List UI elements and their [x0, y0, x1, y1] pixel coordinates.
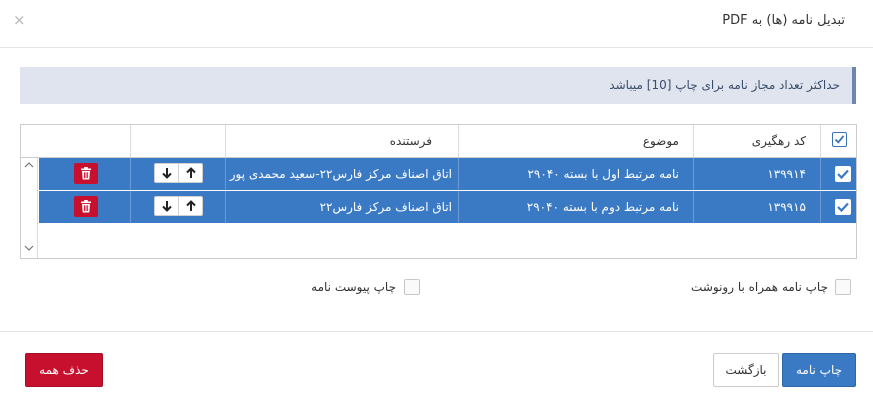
- convert-to-pdf-dialog: تبدیل نامه (ها) به PDF × حداکثر تعداد مج…: [0, 0, 873, 404]
- sender-cell: اتاق اصناف مرکز فارس۲۲: [225, 191, 458, 223]
- scroll-down-icon[interactable]: [24, 244, 34, 252]
- header-tracking-code: کد رهگیری: [751, 134, 806, 148]
- table-row[interactable]: ۱۳۹۹۱۴ نامه مرتبط اول با بسته ۲۹۰۴۰ اتاق…: [39, 158, 856, 190]
- check-icon: [837, 202, 849, 213]
- header-cell-subject[interactable]: موضوع: [458, 125, 693, 157]
- move-up-button[interactable]: [178, 163, 203, 183]
- letters-table: کد رهگیری موضوع فرستنده ۱۳۹۹۱۴ نامه مرتب…: [20, 124, 857, 259]
- scroll-up-icon[interactable]: [24, 161, 34, 169]
- header-cell-actions: [21, 125, 130, 157]
- header-cell-tracking-code[interactable]: کد رهگیری: [693, 125, 820, 157]
- subject-cell: نامه مرتبط اول با بسته ۲۹۰۴۰: [458, 158, 693, 190]
- print-letter-button[interactable]: چاپ نامه: [782, 353, 856, 387]
- trash-icon: [81, 200, 91, 213]
- arrow-up-icon: [186, 167, 196, 178]
- arrow-up-icon: [186, 200, 196, 211]
- actions-cell: [39, 191, 130, 223]
- sender: اتاق اصناف مرکز فارس۲۲: [319, 200, 452, 214]
- print-with-copy-checkbox[interactable]: [835, 279, 851, 295]
- actions-cell: [39, 158, 130, 190]
- move-up-button[interactable]: [178, 196, 203, 216]
- order-cell: [130, 191, 225, 223]
- sender-cell: اتاق اصناف مرکز فارس۲۲-سعید محمدی پور: [225, 158, 458, 190]
- print-attachments-label: چاپ پیوست نامه: [311, 280, 396, 294]
- move-down-button[interactable]: [154, 196, 179, 216]
- delete-all-button[interactable]: حذف همه: [25, 353, 103, 387]
- dialog-title: تبدیل نامه (ها) به PDF: [722, 13, 845, 28]
- header-sender: فرستنده: [389, 134, 432, 148]
- header-cell-order: [130, 125, 225, 157]
- table-row[interactable]: ۱۳۹۹۱۵ نامه مرتبط دوم با بسته ۲۹۰۴۰ اتاق…: [39, 191, 856, 223]
- arrow-down-icon: [162, 201, 172, 212]
- order-cell: [130, 158, 225, 190]
- print-attachments-checkbox[interactable]: [404, 279, 420, 295]
- arrow-down-icon: [162, 168, 172, 179]
- subject: نامه مرتبط اول با بسته ۲۹۰۴۰: [527, 167, 679, 181]
- delete-row-button[interactable]: [74, 196, 98, 217]
- tracking-code-cell: ۱۳۹۹۱۵: [693, 191, 820, 223]
- max-letters-notice: حداکثر تعداد مجاز نامه برای چاپ [10] میب…: [20, 67, 856, 104]
- header-subject: موضوع: [642, 134, 679, 148]
- trash-icon: [81, 167, 91, 180]
- table-scrollbar[interactable]: [21, 158, 38, 258]
- row-select-cell: [820, 158, 856, 190]
- row-select-cell: [820, 191, 856, 223]
- row-checkbox[interactable]: [835, 199, 851, 215]
- delete-row-button[interactable]: [74, 163, 98, 184]
- header-cell-sender[interactable]: فرستنده: [225, 125, 458, 157]
- check-icon: [837, 169, 849, 180]
- dialog-header: تبدیل نامه (ها) به PDF ×: [0, 0, 873, 48]
- subject-cell: نامه مرتبط دوم با بسته ۲۹۰۴۰: [458, 191, 693, 223]
- select-all-checkbox[interactable]: [832, 132, 847, 147]
- close-icon[interactable]: ×: [13, 11, 26, 29]
- dialog-footer: چاپ نامه بازگشت حذف همه: [0, 331, 873, 404]
- move-down-button[interactable]: [154, 163, 179, 183]
- tracking-code: ۱۳۹۹۱۵: [767, 200, 806, 214]
- row-checkbox[interactable]: [835, 166, 851, 182]
- check-icon: [834, 135, 845, 144]
- header-cell-select: [820, 125, 856, 157]
- sender: اتاق اصناف مرکز فارس۲۲-سعید محمدی پور: [229, 167, 452, 181]
- tracking-code-cell: ۱۳۹۹۱۴: [693, 158, 820, 190]
- print-with-copy-label: چاپ نامه همراه با رونوشت: [691, 280, 828, 294]
- back-button[interactable]: بازگشت: [713, 353, 779, 387]
- notice-text: حداکثر تعداد مجاز نامه برای چاپ [10] میب…: [609, 78, 840, 92]
- tracking-code: ۱۳۹۹۱۴: [767, 167, 806, 181]
- subject: نامه مرتبط دوم با بسته ۲۹۰۴۰: [526, 200, 679, 214]
